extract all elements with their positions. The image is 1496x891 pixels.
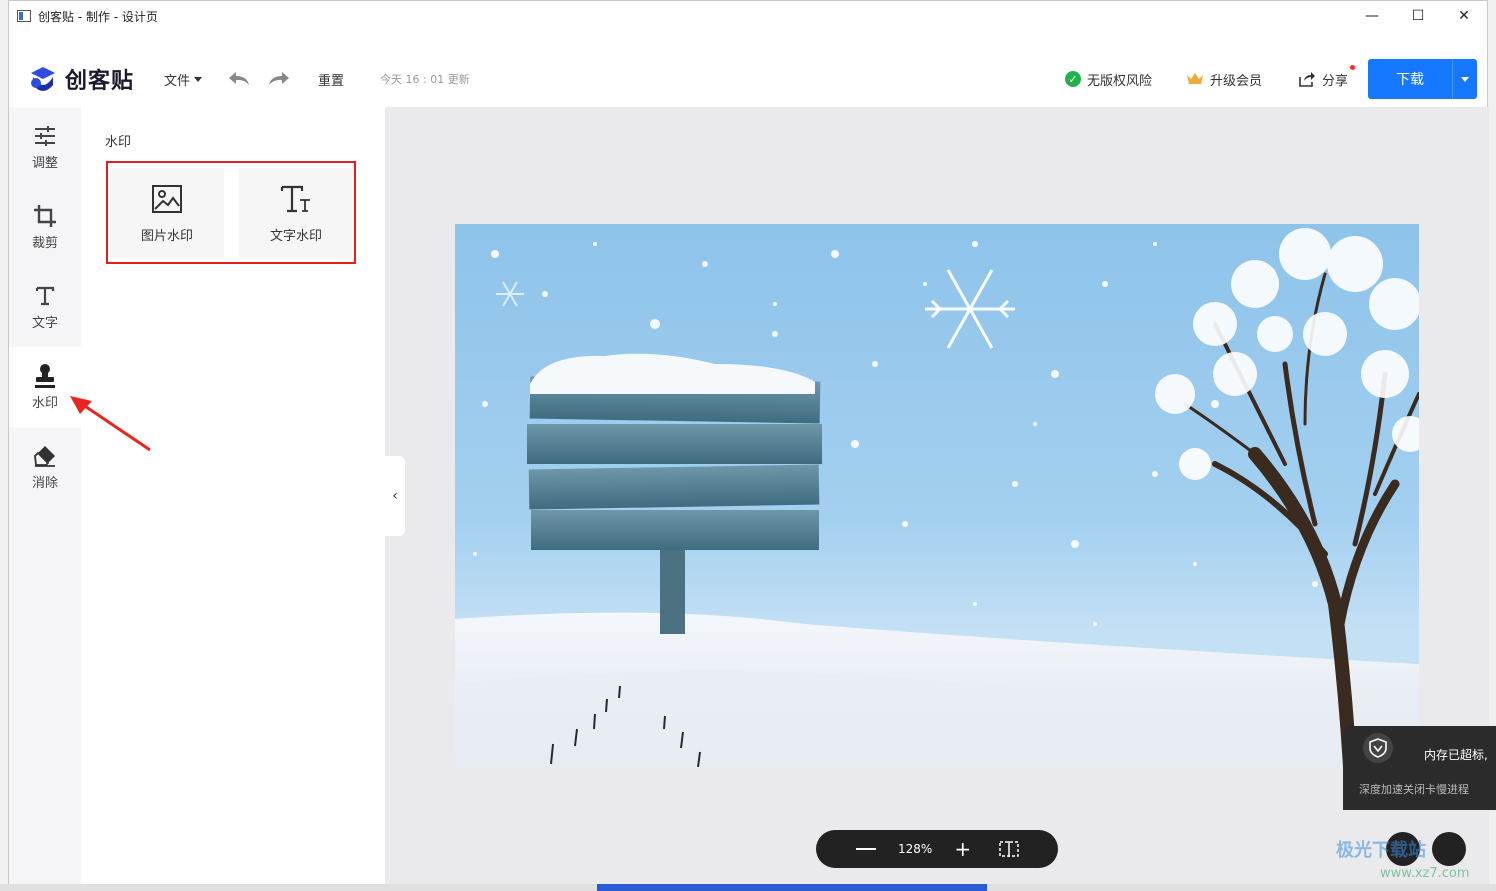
fit-screen-button[interactable] — [999, 841, 1019, 857]
rail-item-label: 裁剪 — [31, 235, 58, 251]
app-icon — [17, 10, 31, 22]
toast-subtitle: 深度加速关闭卡慢进程 — [1359, 783, 1469, 796]
logo-text: 创客贴 — [65, 69, 135, 94]
zoom-bar: 128% + — [816, 830, 1058, 868]
chevron-left-icon: ‹ — [392, 488, 398, 504]
rail-item-crop[interactable]: 裁剪 — [9, 187, 81, 267]
crown-icon — [1186, 73, 1203, 84]
copyright-status[interactable]: ✓ 无版权风险 — [1064, 70, 1152, 89]
download-button[interactable]: 下载 — [1368, 59, 1452, 99]
download-group: 下载 — [1368, 59, 1477, 99]
text-watermark-label: 文字水印 — [269, 228, 322, 244]
upgrade-vip-button[interactable]: 升级会员 — [1186, 70, 1262, 89]
window-controls: — ☐ ✕ — [1349, 1, 1487, 31]
share-icon — [1299, 72, 1315, 87]
stamp-icon — [33, 363, 57, 388]
rail-item-label: 消除 — [31, 475, 58, 491]
caret-down-icon — [194, 76, 203, 82]
window-title: 创客贴 - 制作 - 设计页 — [38, 9, 158, 24]
rail-item-label: 水印 — [31, 395, 58, 411]
rail-item-text[interactable]: 文字 — [9, 267, 81, 347]
zoom-level: 128% — [898, 842, 933, 856]
eraser-icon — [33, 444, 57, 468]
crop-icon — [33, 204, 57, 228]
caret-down-icon — [1461, 76, 1469, 82]
share-label: 分享 — [1321, 73, 1348, 89]
memory-toast[interactable]: 内存已超标, 深度加速关闭卡慢进程 — [1343, 726, 1496, 810]
image-watermark-button[interactable]: 图片水印 — [110, 168, 224, 258]
winter-scene-illustration — [455, 228, 1419, 767]
reset-button[interactable]: 重置 — [318, 70, 344, 89]
update-status: 今天 16 : 01 更新 — [380, 73, 470, 86]
upgrade-vip-label: 升级会员 — [1209, 73, 1262, 89]
panel-title: 水印 — [105, 135, 132, 150]
redo-icon — [269, 72, 290, 85]
maximize-button[interactable]: ☐ — [1395, 1, 1441, 31]
undo-icon — [229, 72, 250, 85]
copyright-label: 无版权风险 — [1086, 73, 1152, 89]
check-circle-icon: ✓ — [1064, 71, 1081, 87]
text-icon — [33, 284, 57, 308]
floating-help-button[interactable] — [1432, 832, 1466, 866]
redo-button[interactable] — [268, 68, 290, 90]
fit-screen-icon — [999, 841, 1019, 857]
image-watermark-label: 图片水印 — [140, 228, 193, 244]
rail-item-adjust[interactable]: 调整 — [9, 107, 81, 187]
logo-icon — [27, 63, 59, 95]
shield-icon — [1363, 733, 1393, 763]
download-options-button[interactable] — [1452, 59, 1477, 99]
tool-rail: 调整 裁剪 文字 水印 消除 — [9, 107, 81, 885]
logo[interactable]: 创客贴 — [27, 63, 134, 95]
header-actions: ✓ 无版权风险 升级会员 分享 下载 — [1064, 51, 1477, 107]
text-watermark-button[interactable]: 文字水印 — [239, 168, 353, 258]
sliders-icon — [33, 124, 57, 148]
undo-button[interactable] — [228, 68, 250, 90]
close-button[interactable]: ✕ — [1441, 1, 1487, 31]
file-menu-label: 文件 — [164, 73, 191, 89]
title-bar: 创客贴 - 制作 - 设计页 — ☐ ✕ — [9, 1, 1487, 31]
file-menu[interactable]: 文件 — [164, 70, 203, 89]
app-window: 创客贴 - 制作 - 设计页 — ☐ ✕ 创客贴 文件 重置 今天 16: 0… — [8, 0, 1489, 885]
site-watermark-url: www.xz7.com — [1380, 866, 1470, 881]
text-size-icon — [280, 183, 312, 215]
app-header: 创客贴 文件 重置 今天 16 : 01 更新 ✓ 无版权风险 升级会员 分享 — [9, 51, 1487, 107]
zoom-in-button[interactable]: + — [954, 839, 971, 859]
rail-item-label: 文字 — [31, 315, 58, 331]
zoom-out-button[interactable] — [856, 848, 876, 850]
watermark-panel: 水印 图片水印 文字水印 — [81, 107, 385, 885]
image-icon — [151, 183, 183, 215]
canvas-image[interactable] — [455, 224, 1419, 767]
site-watermark: 极光下载站 — [1336, 840, 1426, 861]
toast-title: 内存已超标, — [1424, 748, 1488, 762]
watermark-options-highlight: 图片水印 文字水印 — [106, 161, 356, 264]
share-button[interactable]: 分享 — [1298, 64, 1355, 89]
collapse-panel-button[interactable]: ‹ — [385, 456, 405, 536]
minimize-button[interactable]: — — [1349, 1, 1395, 31]
notification-dot — [1350, 64, 1355, 70]
taskbar-active-strip — [597, 884, 987, 891]
canvas-area: ‹ 128% + — [385, 107, 1489, 885]
rail-item-label: 调整 — [31, 155, 58, 171]
annotation-arrow — [70, 396, 151, 452]
